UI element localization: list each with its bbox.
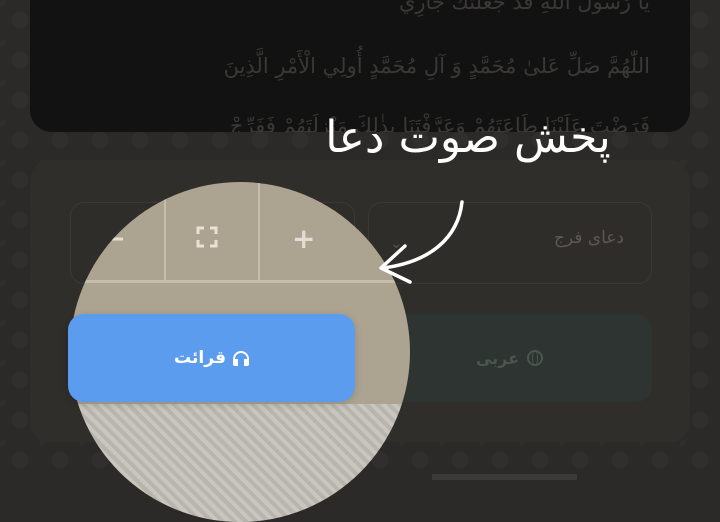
arrow-icon bbox=[379, 200, 464, 284]
